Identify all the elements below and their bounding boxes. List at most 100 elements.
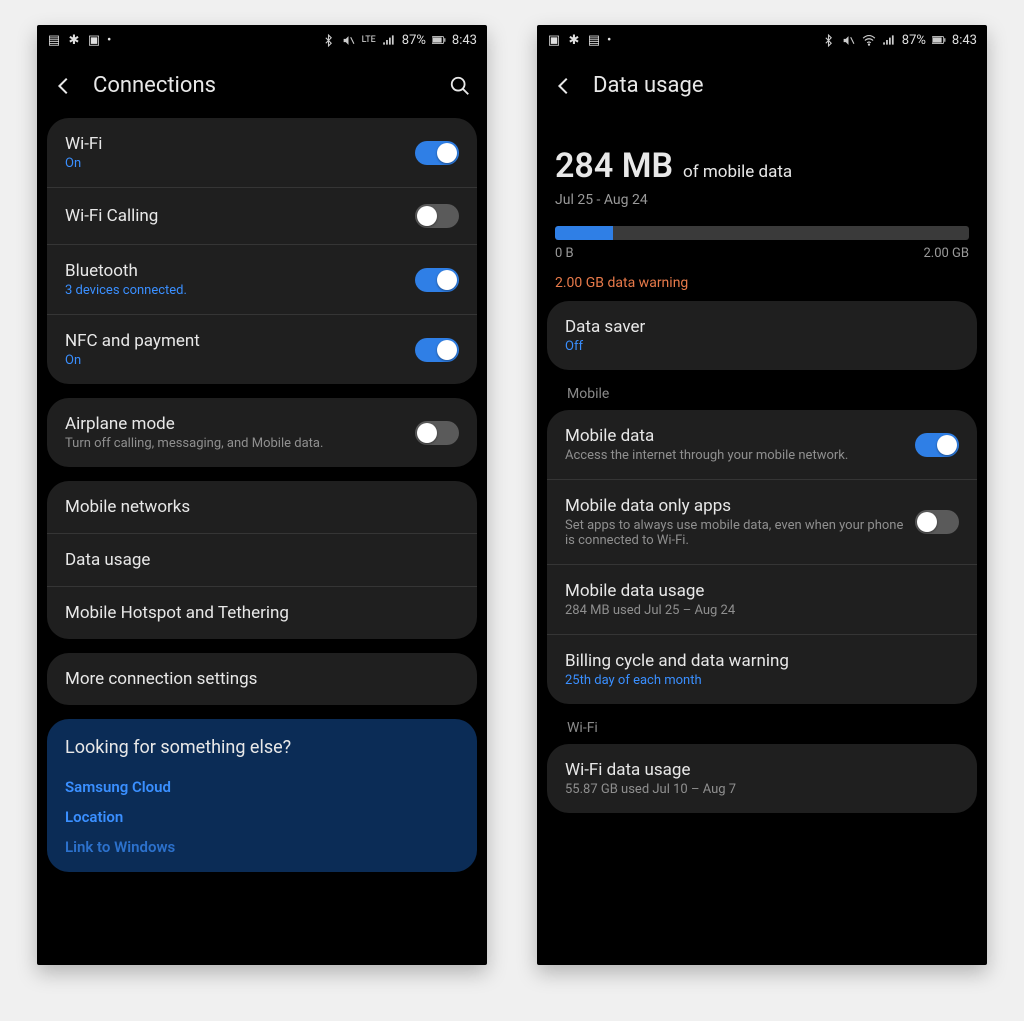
page-title: Connections	[93, 73, 431, 98]
data-saver-card: Data saver Off	[547, 301, 977, 370]
page-title: Data usage	[593, 73, 971, 98]
connections-group-2: Airplane mode Turn off calling, messagin…	[47, 398, 477, 467]
back-icon[interactable]	[553, 75, 575, 97]
link-location[interactable]: Location	[65, 802, 459, 832]
battery-icon	[432, 33, 446, 47]
row-title: NFC and payment	[65, 331, 415, 351]
row-sub: Turn off calling, messaging, and Mobile …	[65, 436, 415, 451]
toggle-nfc[interactable]	[415, 338, 459, 362]
looking-title: Looking for something else?	[65, 737, 459, 758]
usage-min: 0 B	[555, 246, 574, 261]
bluetooth-icon	[822, 33, 836, 47]
link-samsung-cloud[interactable]: Samsung Cloud	[65, 772, 459, 802]
mute-icon	[842, 33, 856, 47]
row-sub: 55.87 GB used Jul 10 – Aug 7	[565, 782, 959, 797]
row-hotspot[interactable]: Mobile Hotspot and Tethering	[47, 586, 477, 639]
row-title: Wi-Fi	[65, 134, 415, 154]
row-title: Mobile data usage	[565, 581, 959, 601]
row-bluetooth[interactable]: Bluetooth 3 devices connected.	[47, 244, 477, 314]
connections-group-4: More connection settings	[47, 653, 477, 705]
row-sub: Off	[565, 339, 959, 354]
row-title: Data usage	[65, 550, 459, 570]
toggle-wifi-calling[interactable]	[415, 204, 459, 228]
row-sub: Access the internet through your mobile …	[565, 448, 915, 463]
wifi-group-card: Wi-Fi data usage 55.87 GB used Jul 10 – …	[547, 744, 977, 813]
section-wifi-label: Wi-Fi	[547, 718, 977, 744]
row-title: Mobile data	[565, 426, 915, 446]
row-mobile-only-apps[interactable]: Mobile data only apps Set apps to always…	[547, 479, 977, 564]
row-title: Mobile data only apps	[565, 496, 915, 516]
toggle-bluetooth[interactable]	[415, 268, 459, 292]
row-sub: 3 devices connected.	[65, 283, 415, 298]
row-title: Wi-Fi Calling	[65, 206, 415, 226]
battery-percent: 87%	[402, 33, 426, 48]
row-title: Mobile Hotspot and Tethering	[65, 603, 459, 623]
bluetooth-icon	[322, 33, 336, 47]
clock: 8:43	[952, 33, 977, 48]
usage-summary: 284 MB of mobile data Jul 25 - Aug 24 0 …	[547, 118, 977, 301]
phone-data-usage: ▣ ✱ ▤ • 87% 8:43	[537, 25, 987, 965]
snow-icon: ✱	[67, 33, 81, 47]
header: Data usage	[537, 55, 987, 118]
search-icon[interactable]	[449, 75, 471, 97]
looking-for-card: Looking for something else? Samsung Clou…	[47, 719, 477, 872]
snow-icon: ✱	[567, 33, 581, 47]
battery-icon	[932, 33, 946, 47]
more-dots: •	[107, 33, 111, 48]
clock: 8:43	[452, 33, 477, 48]
cast-icon: ▣	[87, 33, 101, 47]
row-title: More connection settings	[65, 669, 459, 689]
row-sub: Set apps to always use mobile data, even…	[565, 518, 915, 548]
row-billing-cycle[interactable]: Billing cycle and data warning 25th day …	[547, 634, 977, 704]
status-bar: ▤ ✱ ▣ • LTE 87% 8:43	[37, 25, 487, 55]
signal-icon	[382, 33, 396, 47]
row-sub: 25th day of each month	[565, 673, 959, 688]
row-wifi-calling[interactable]: Wi-Fi Calling	[47, 187, 477, 244]
row-mobile-networks[interactable]: Mobile networks	[47, 481, 477, 533]
row-title: Wi-Fi data usage	[565, 760, 959, 780]
status-bar: ▣ ✱ ▤ • 87% 8:43	[537, 25, 987, 55]
row-sub: 284 MB used Jul 25 – Aug 24	[565, 603, 959, 618]
link-link-to-windows[interactable]: Link to Windows	[65, 832, 459, 862]
row-more-settings[interactable]: More connection settings	[47, 653, 477, 705]
row-wifi[interactable]: Wi-Fi On	[47, 118, 477, 187]
toggle-mobile-only-apps[interactable]	[915, 510, 959, 534]
battery-percent: 87%	[902, 33, 926, 48]
row-title: Airplane mode	[65, 414, 415, 434]
row-airplane-mode[interactable]: Airplane mode Turn off calling, messagin…	[47, 398, 477, 467]
row-mobile-data[interactable]: Mobile data Access the internet through …	[547, 410, 977, 479]
header: Connections	[37, 55, 487, 118]
usage-max: 2.00 GB	[923, 246, 969, 261]
row-sub: On	[65, 353, 415, 368]
row-data-saver[interactable]: Data saver Off	[547, 301, 977, 370]
connections-group-1: Wi-Fi On Wi-Fi Calling Bluetooth 3 devic…	[47, 118, 477, 384]
image-icon: ▣	[547, 33, 561, 47]
row-data-usage[interactable]: Data usage	[47, 533, 477, 586]
more-dots: •	[607, 33, 611, 48]
usage-bar-fill	[555, 226, 613, 240]
row-title: Bluetooth	[65, 261, 415, 281]
wifi-icon	[862, 33, 876, 47]
signal-icon	[882, 33, 896, 47]
mobile-group-card: Mobile data Access the internet through …	[547, 410, 977, 704]
usage-warning: 2.00 GB data warning	[555, 275, 969, 291]
sim-icon: ▤	[47, 33, 61, 47]
row-wifi-data-usage[interactable]: Wi-Fi data usage 55.87 GB used Jul 10 – …	[547, 744, 977, 813]
toggle-airplane[interactable]	[415, 421, 459, 445]
connections-group-3: Mobile networks Data usage Mobile Hotspo…	[47, 481, 477, 639]
row-title: Mobile networks	[65, 497, 459, 517]
row-nfc[interactable]: NFC and payment On	[47, 314, 477, 384]
toggle-mobile-data[interactable]	[915, 433, 959, 457]
usage-range: Jul 25 - Aug 24	[555, 192, 969, 208]
row-title: Billing cycle and data warning	[565, 651, 959, 671]
back-icon[interactable]	[53, 75, 75, 97]
usage-of-label: of mobile data	[683, 162, 792, 182]
network-type: LTE	[362, 36, 376, 45]
row-mobile-data-usage[interactable]: Mobile data usage 284 MB used Jul 25 – A…	[547, 564, 977, 634]
toggle-wifi[interactable]	[415, 141, 459, 165]
sim-icon: ▤	[587, 33, 601, 47]
row-title: Data saver	[565, 317, 959, 337]
section-mobile-label: Mobile	[547, 384, 977, 410]
usage-bar[interactable]	[555, 226, 969, 240]
row-sub: On	[65, 156, 415, 171]
